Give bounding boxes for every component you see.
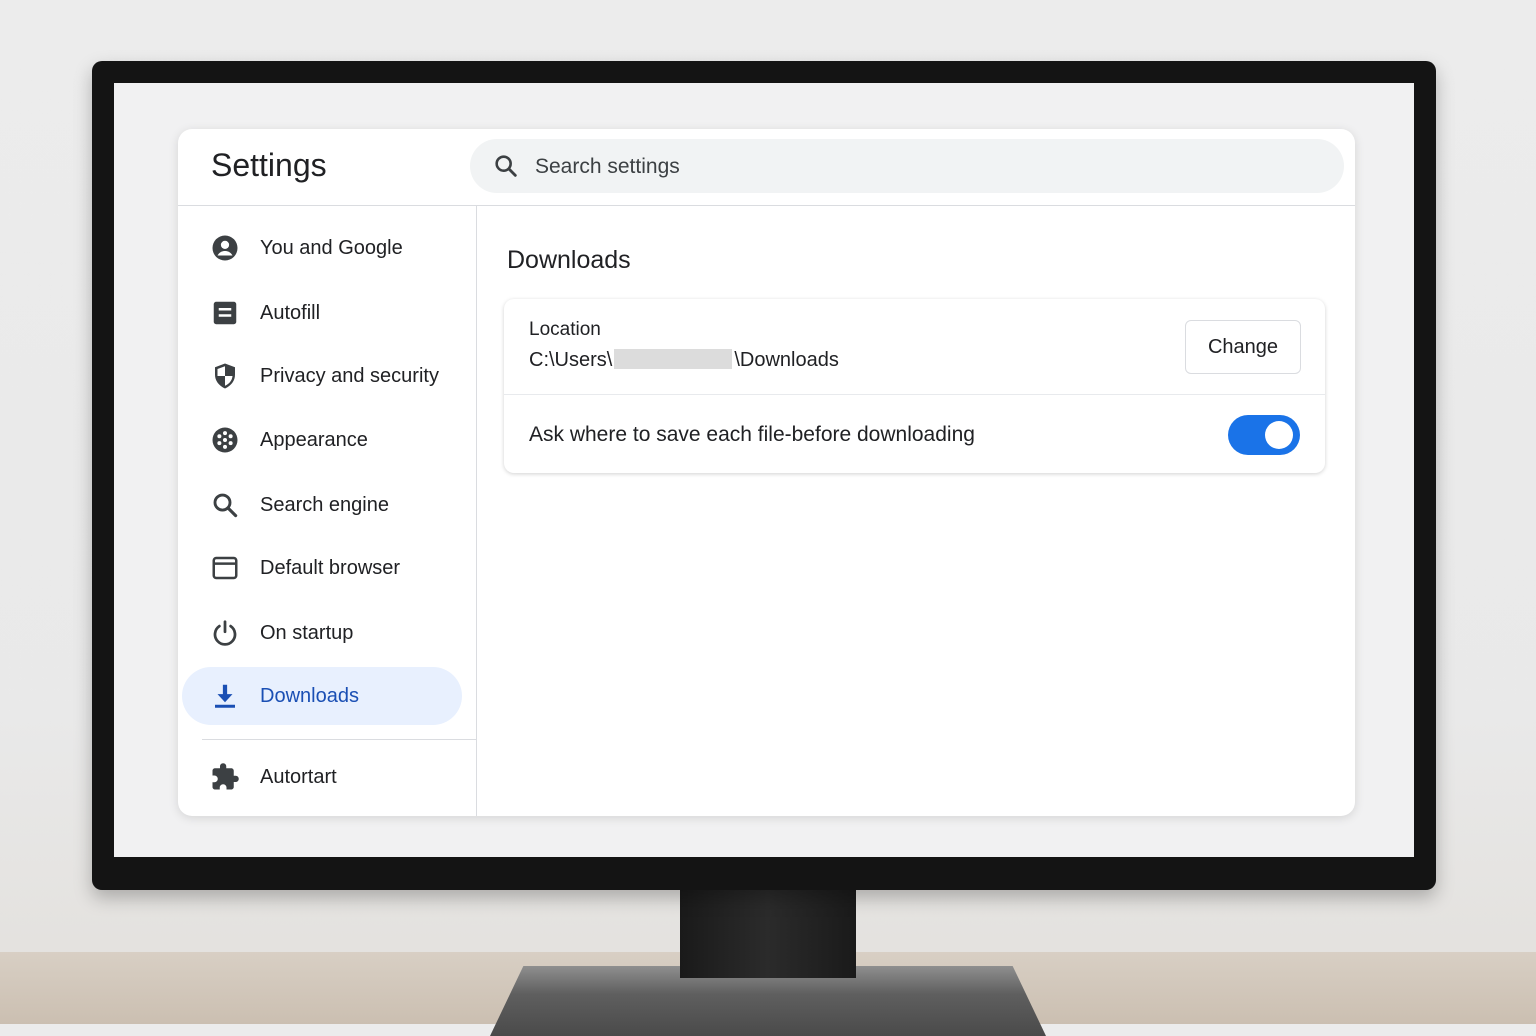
ask-where-to-save-label: Ask where to save each file-before downl… xyxy=(529,423,975,446)
browser-window-icon xyxy=(212,556,238,580)
sidebar-item-appearance[interactable]: Appearance xyxy=(182,411,462,469)
sidebar-item-autofill[interactable]: Autofill xyxy=(182,284,462,342)
shield-icon xyxy=(215,363,235,389)
sidebar-item-label: Search engine xyxy=(260,493,389,516)
sidebar-item-privacy-and-security[interactable]: Privacy and security xyxy=(182,347,462,405)
search-icon xyxy=(213,493,238,518)
search-input[interactable] xyxy=(533,151,1317,183)
section-title: Downloads xyxy=(507,246,631,274)
sidebar-item-search-engine[interactable]: Search engine xyxy=(182,476,462,534)
sidebar-item-label: Autortart xyxy=(260,765,337,788)
sidebar-item-default-browser[interactable]: Default browser xyxy=(182,539,462,597)
location-path: C:\Users\ \Downloads xyxy=(529,349,839,372)
downloads-settings-card: Location C:\Users\ \Downloads Change Ask … xyxy=(504,299,1325,473)
settings-window: Settings You and Google Autofill xyxy=(178,129,1355,816)
sidebar-item-label: Default browser xyxy=(260,556,401,579)
palette-icon xyxy=(212,427,238,453)
sidebar-item-downloads[interactable]: Downloads xyxy=(182,667,462,725)
sidebar-item-on-startup[interactable]: On startup xyxy=(182,604,462,662)
power-icon xyxy=(213,620,237,646)
account-circle-icon xyxy=(212,235,238,261)
sidebar-item-label: You and Google xyxy=(260,236,403,259)
path-suffix: \Downloads xyxy=(734,349,839,371)
puzzle-icon xyxy=(212,763,239,790)
sidebar-item-label: Downloads xyxy=(260,684,359,707)
change-location-button[interactable]: Change xyxy=(1185,320,1301,374)
toggle-knob xyxy=(1265,421,1293,449)
sidebar-item-autortart[interactable]: Autortart xyxy=(182,748,462,806)
autofill-icon xyxy=(213,301,237,325)
sidebar-item-you-and-google[interactable]: You and Google xyxy=(182,219,462,277)
search-icon xyxy=(495,155,517,177)
page-title: Settings xyxy=(211,147,327,183)
sidebar-item-label: Appearance xyxy=(260,428,368,451)
sidebar-divider xyxy=(202,739,476,740)
path-prefix: C:\Users\ xyxy=(529,349,613,371)
sidebar-item-label: Autofill xyxy=(260,301,321,324)
sidebar: You and Google Autofill Privacy and secu… xyxy=(178,206,477,816)
ask-where-to-save-toggle[interactable] xyxy=(1228,415,1300,455)
search-bar[interactable] xyxy=(470,139,1344,193)
monitor-stand-neck xyxy=(680,886,856,978)
sidebar-item-label: Privacy and security xyxy=(260,364,439,387)
card-divider xyxy=(504,394,1325,395)
download-icon xyxy=(215,684,235,708)
location-label: Location xyxy=(529,319,601,340)
redacted-username xyxy=(614,349,733,369)
settings-header: Settings xyxy=(178,129,1355,206)
sidebar-item-label: On startup xyxy=(260,621,354,644)
